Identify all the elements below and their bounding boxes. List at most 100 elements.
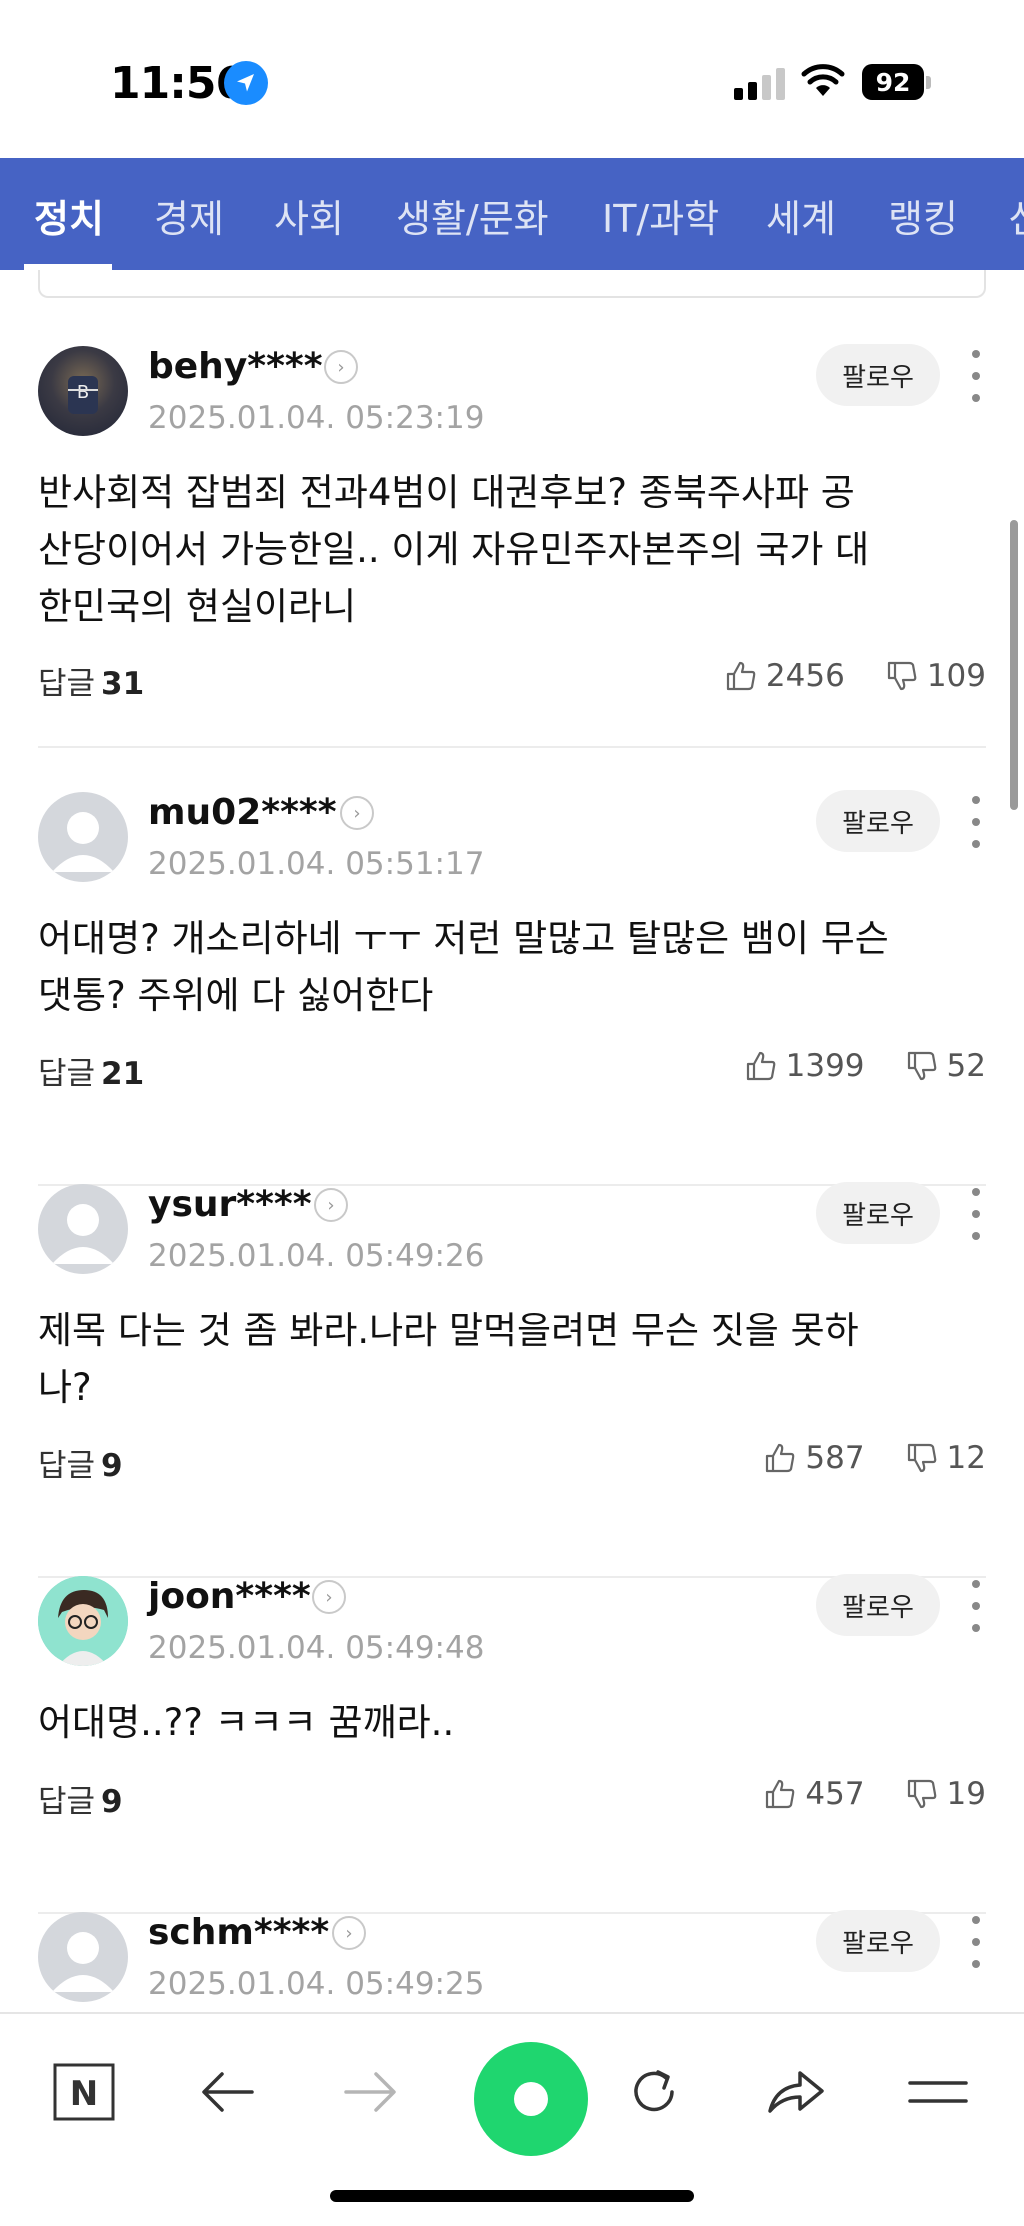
tab-world[interactable]: 세계 — [766, 188, 836, 243]
menu-button[interactable] — [900, 2054, 976, 2130]
reply-count: 21 — [101, 1056, 145, 1092]
tab-life-culture[interactable]: 생활/문화 — [396, 188, 549, 243]
wifi-icon — [800, 62, 846, 102]
avatar[interactable] — [38, 1576, 128, 1666]
reply-count: 9 — [101, 1784, 123, 1820]
comment-time: 2025.01.04. 05:49:25 — [148, 1966, 485, 2002]
dislike-button[interactable]: 19 — [905, 1776, 986, 1812]
avatar[interactable] — [38, 1912, 128, 2002]
more-options-icon[interactable] — [970, 1188, 982, 1240]
comment-line: 댓통? 주위에 다 싫어한다 — [38, 974, 434, 1017]
chevron-right-icon[interactable]: › — [324, 350, 358, 384]
thumbs-down-icon — [907, 1779, 936, 1809]
more-options-icon[interactable] — [970, 1580, 982, 1632]
arrow-right-icon — [344, 2072, 396, 2112]
back-button[interactable] — [190, 2054, 266, 2130]
status-bar: 11:56 92 — [0, 0, 1024, 158]
dislike-button[interactable]: 52 — [905, 1048, 986, 1084]
follow-button[interactable]: 팔로우 — [816, 790, 940, 852]
naver-n-icon: N — [53, 2063, 115, 2121]
dislike-count: 52 — [946, 1048, 986, 1084]
forward-button[interactable] — [332, 2054, 408, 2130]
comment-item: joon**** › 2025.01.04. 05:49:48 팔로우 어대명.… — [38, 1574, 986, 1914]
dislike-count: 12 — [946, 1440, 986, 1476]
reply-button[interactable]: 답글 9 — [38, 1440, 123, 1485]
thumbs-down-icon — [907, 1051, 936, 1081]
comment-line: 한민국의 현실이라니 — [38, 585, 357, 628]
dislike-button[interactable]: 12 — [905, 1440, 986, 1476]
comment-line: 나? — [38, 1366, 92, 1409]
scrollbar[interactable] — [1010, 520, 1018, 810]
thumbs-down-icon — [887, 661, 917, 691]
comment-item: B behy**** › 2025.01.04. 05:23:19 팔로우 반사… — [38, 344, 986, 748]
comment-item: schm**** › 2025.01.04. 05:49:25 팔로우 — [38, 1910, 986, 2012]
reply-button[interactable]: 답글 21 — [38, 1048, 144, 1093]
comment-line: 어대명? 개소리하네 ㅜㅜ 저런 말많고 탈많은 뱀이 무슨 — [38, 917, 889, 960]
home-indicator[interactable] — [330, 2190, 694, 2202]
tab-society[interactable]: 사회 — [274, 188, 344, 243]
dislike-count: 19 — [946, 1776, 986, 1812]
comment-line: 반사회적 잡범죄 전과4범이 대권후보? 종북주사파 공 — [38, 471, 855, 514]
share-button[interactable] — [758, 2054, 834, 2130]
follow-button[interactable]: 팔로우 — [816, 1910, 940, 1972]
reply-button[interactable]: 답글 9 — [38, 1776, 123, 1821]
username[interactable]: schm**** — [148, 1912, 329, 1953]
comment-time: 2025.01.04. 05:51:17 — [148, 846, 485, 882]
home-letter: N — [70, 2074, 98, 2114]
reply-button[interactable]: 답글 31 — [38, 658, 144, 703]
like-button[interactable]: 1399 — [744, 1048, 865, 1084]
follow-button[interactable]: 팔로우 — [816, 1574, 940, 1636]
username[interactable]: joon**** — [148, 1576, 311, 1617]
tab-ranking[interactable]: 랭킹 — [888, 188, 958, 243]
refresh-icon — [634, 2070, 674, 2112]
share-icon — [768, 2071, 824, 2113]
tab-economy[interactable]: 경제 — [154, 188, 224, 243]
comment-list[interactable]: B behy**** › 2025.01.04. 05:23:19 팔로우 반사… — [0, 270, 1024, 2012]
comment-line: 산당이어서 가능한일.. 이게 자유민주자본주의 국가 대 — [38, 528, 870, 571]
green-dot-button[interactable] — [474, 2042, 588, 2156]
reply-label: 답글 — [38, 1448, 96, 1484]
chevron-right-icon[interactable]: › — [332, 1916, 366, 1950]
avatar[interactable] — [38, 792, 128, 882]
dislike-button[interactable]: 109 — [885, 658, 986, 694]
divider — [38, 746, 986, 748]
reply-count: 31 — [101, 666, 145, 702]
cellular-signal-icon — [734, 66, 785, 100]
follow-button[interactable]: 팔로우 — [816, 1182, 940, 1244]
tab-politics[interactable]: 정치 — [34, 188, 104, 243]
battery-level: 92 — [875, 67, 911, 97]
like-count: 587 — [805, 1440, 865, 1476]
avatar[interactable]: B — [38, 346, 128, 436]
naver-home-button[interactable]: N — [46, 2054, 122, 2130]
comment-time: 2025.01.04. 05:49:48 — [148, 1630, 485, 1666]
more-options-icon[interactable] — [970, 796, 982, 848]
thumbs-up-icon — [766, 1443, 795, 1473]
chevron-right-icon[interactable]: › — [312, 1580, 346, 1614]
username[interactable]: ysur**** — [148, 1184, 312, 1225]
username[interactable]: mu02**** — [148, 792, 337, 833]
reply-count: 9 — [101, 1448, 123, 1484]
reply-label: 답글 — [38, 1784, 96, 1820]
chevron-right-icon[interactable]: › — [340, 796, 374, 830]
chevron-right-icon[interactable]: › — [314, 1188, 348, 1222]
follow-button[interactable]: 팔로우 — [816, 344, 940, 406]
arrow-left-icon — [202, 2072, 254, 2112]
vote-group: 457 19 — [763, 1776, 986, 1812]
comment-body: 어대명..?? ㅋㅋㅋ 꿈깨라.. — [38, 1694, 958, 1751]
more-options-icon[interactable] — [970, 1916, 982, 1968]
username[interactable]: behy**** — [148, 346, 323, 387]
comment-line: 어대명..?? ㅋㅋㅋ 꿈깨라.. — [38, 1701, 455, 1744]
like-button[interactable]: 587 — [763, 1440, 865, 1476]
avatar[interactable] — [38, 1184, 128, 1274]
more-options-icon[interactable] — [970, 350, 982, 402]
reply-label: 답글 — [38, 1056, 96, 1092]
vote-group: 1399 52 — [744, 1048, 986, 1084]
tab-more[interactable]: 신 — [1008, 188, 1024, 243]
like-button[interactable]: 457 — [763, 1776, 865, 1812]
like-button[interactable]: 2456 — [724, 658, 845, 694]
reload-button[interactable] — [616, 2054, 692, 2130]
thumbs-up-icon — [766, 1779, 795, 1809]
thumbs-up-icon — [746, 1051, 775, 1081]
tab-it-science[interactable]: IT/과학 — [602, 188, 719, 243]
dislike-count: 109 — [926, 658, 986, 694]
